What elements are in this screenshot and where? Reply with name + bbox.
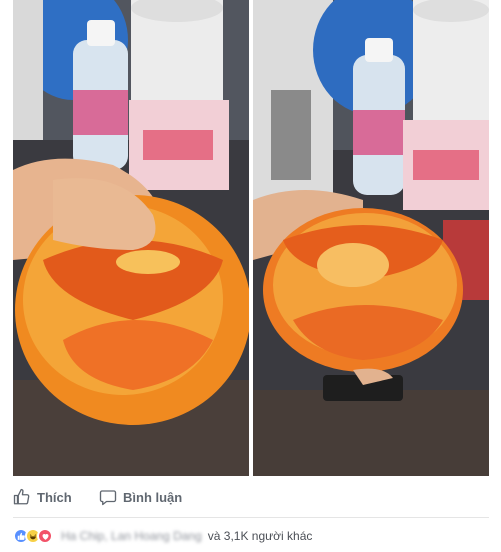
action-bar: Thích Bình luận <box>13 476 489 518</box>
comment-label: Bình luận <box>123 489 183 505</box>
photo-left[interactable] <box>13 0 249 476</box>
reactions-summary[interactable]: Ha Chip, Lan Hoang Dang và 3,1K người kh… <box>13 526 312 546</box>
photo-right-image <box>253 0 489 476</box>
like-label: Thích <box>37 489 72 505</box>
thumbs-up-icon <box>13 488 30 505</box>
love-icon <box>37 528 53 544</box>
reaction-names[interactable]: Ha Chip, Lan Hoang Dang <box>61 529 202 543</box>
post-card: Thích Bình luận Ha Chip, Lan Hoang Dang … <box>0 0 501 552</box>
comment-icon <box>99 490 117 506</box>
like-button[interactable]: Thích <box>13 486 72 508</box>
reaction-count[interactable]: và 3,1K người khác <box>208 529 313 543</box>
photo-left-image <box>13 0 249 476</box>
comment-button[interactable]: Bình luận <box>99 486 182 508</box>
reaction-icons <box>13 528 53 544</box>
photo-right[interactable] <box>253 0 489 476</box>
photo-grid <box>13 0 489 476</box>
